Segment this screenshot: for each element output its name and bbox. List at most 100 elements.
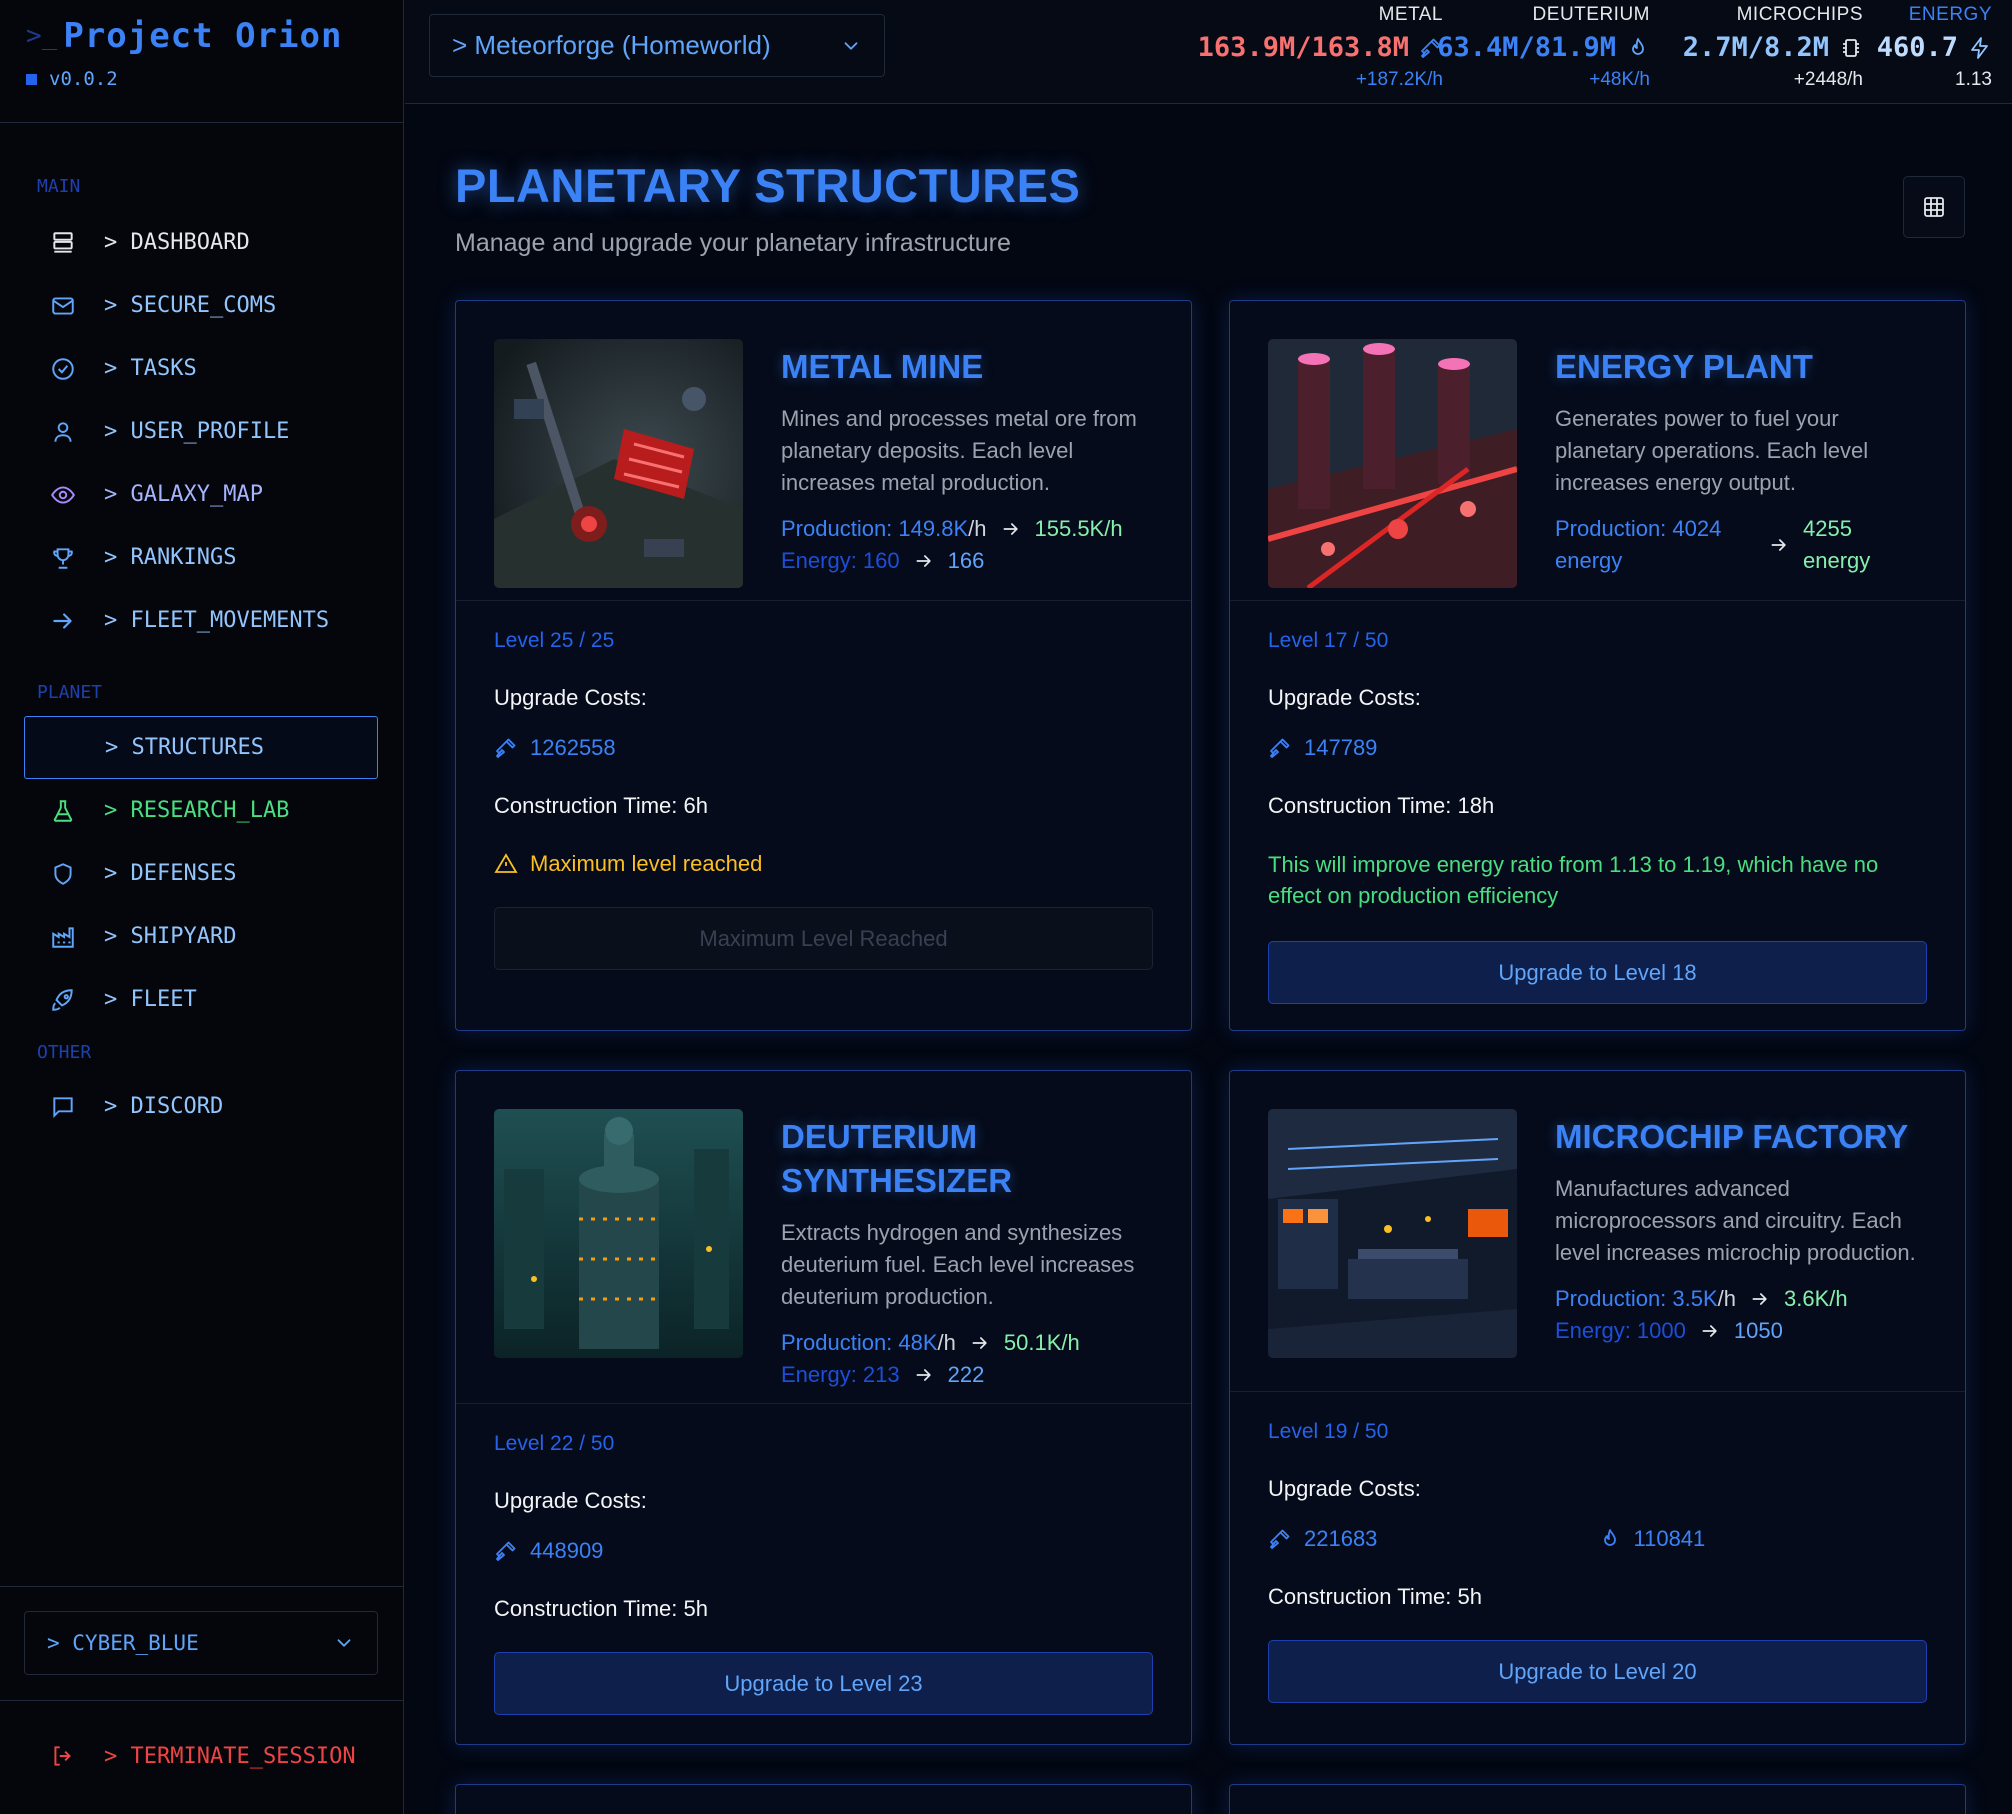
- sidebar-item-label: > SECURE_COMS: [104, 293, 277, 318]
- construction-time: Construction Time: 18h: [1268, 793, 1495, 818]
- sidebar-item-defenses[interactable]: > DEFENSES: [24, 842, 378, 905]
- resource-label: DEUTERIUM: [1532, 4, 1650, 25]
- structure-level: Level 25 / 25: [494, 629, 615, 652]
- structure-level: Level 22 / 50: [494, 1432, 615, 1455]
- max-level-warning: Maximum level reached: [494, 851, 1153, 877]
- sidebar-item-label: > FLEET_MOVEMENTS: [104, 608, 330, 633]
- eye-icon: [24, 482, 104, 508]
- arrow-right-icon: [914, 551, 934, 571]
- construction-time: Construction Time: 5h: [1268, 1584, 1482, 1609]
- energy-stat: Energy: 1000 1050: [1555, 1318, 1783, 1343]
- sidebar-item-label: > SHIPYARD: [104, 924, 237, 949]
- upgrade-costs-label: Upgrade Costs:: [494, 1488, 647, 1513]
- grid-icon: [1924, 197, 1944, 217]
- sidebar-item-tasks[interactable]: > TASKS: [24, 337, 378, 400]
- energy-stat: Energy: 213 222: [781, 1362, 985, 1387]
- planet-select[interactable]: > Meteorforge (Homeworld): [429, 14, 885, 77]
- structure-description: Extracts hydrogen and synthesizes deuter…: [781, 1220, 1135, 1309]
- sidebar-item-secure-coms[interactable]: > SECURE_COMS: [24, 274, 378, 337]
- resource-rate: +48K/h: [1589, 69, 1650, 90]
- arrow-right-icon: [1700, 1321, 1720, 1341]
- factory-icon: [24, 924, 104, 950]
- pickaxe-icon: [1268, 736, 1292, 760]
- max-level-button: Maximum Level Reached: [494, 907, 1153, 970]
- sidebar: >_ Project Orion v0.0.2 MAIN > DASHBOARD…: [0, 0, 404, 1814]
- check-circle-icon: [24, 356, 104, 382]
- sidebar-item-fleet-movements[interactable]: > FLEET_MOVEMENTS: [24, 589, 378, 652]
- logout-icon: [24, 1743, 104, 1769]
- sidebar-item-galaxy-map[interactable]: > GALAXY_MAP: [24, 463, 378, 526]
- resource-value: 2.7M/8.2M: [1682, 32, 1829, 63]
- arrow-right-icon: [1750, 1289, 1770, 1309]
- production-stat: Production: 4024 energy 4255 energy: [1555, 516, 1871, 573]
- structure-card-metal-mine: METAL MINE Mines and processes metal ore…: [455, 300, 1192, 1031]
- sidebar-item-dashboard[interactable]: > DASHBOARD: [24, 211, 378, 274]
- resource-label: ENERGY: [1908, 4, 1992, 25]
- brand: >_ Project Orion v0.0.2: [0, 0, 403, 123]
- flame-icon: [1626, 36, 1650, 60]
- nav-section-main: MAIN: [37, 176, 81, 197]
- structure-card-energy-plant: ENERGY PLANT Generates power to fuel you…: [1229, 300, 1966, 1031]
- sidebar-divider: [0, 1586, 404, 1587]
- shield-icon: [24, 861, 104, 887]
- resource-rate: 1.13: [1955, 69, 1992, 90]
- page-title: PLANETARY STRUCTURES: [455, 159, 1081, 212]
- metal-cost: 448909: [494, 1538, 830, 1564]
- logout-button[interactable]: > TERMINATE_SESSION: [24, 1726, 356, 1786]
- chevron-down-icon: [840, 35, 862, 57]
- sidebar-item-discord[interactable]: > DISCORD: [24, 1075, 378, 1138]
- structure-level: Level 19 / 50: [1268, 1420, 1389, 1443]
- upgrade-button[interactable]: Upgrade to Level 23: [494, 1652, 1153, 1715]
- metal-cost: 1262558: [494, 735, 830, 761]
- structure-card-deuterium-synthesizer: DEUTERIUM SYNTHESIZER Extracts hydrogen …: [455, 1070, 1192, 1745]
- microchip-factory-image: [1268, 1109, 1517, 1358]
- grid-view-button[interactable]: [1903, 176, 1965, 238]
- sidebar-item-fleet[interactable]: > FLEET: [24, 968, 378, 1031]
- structure-card-partial: [1229, 1784, 1966, 1814]
- sidebar-item-label: > RANKINGS: [104, 545, 237, 570]
- terminal-icon: >_: [26, 21, 58, 51]
- energy-ratio-note: This will improve energy ratio from 1.13…: [1268, 852, 1879, 908]
- sidebar-item-rankings[interactable]: > RANKINGS: [24, 526, 378, 589]
- theme-select[interactable]: > CYBER_BLUE: [24, 1611, 378, 1675]
- zap-icon: [1968, 36, 1992, 60]
- upgrade-button[interactable]: Upgrade to Level 18: [1268, 941, 1927, 1004]
- resource-microchips: MICROCHIPS 2.7M/8.2M +2448/h: [1683, 4, 1863, 91]
- upgrade-button[interactable]: Upgrade to Level 20: [1268, 1640, 1927, 1703]
- arrow-right-icon: [1001, 519, 1021, 539]
- sidebar-divider: [0, 1700, 404, 1701]
- resource-value: 63.4M/81.9M: [1437, 32, 1616, 63]
- chip-icon: [1839, 36, 1863, 60]
- resource-value: 460.7: [1876, 32, 1958, 63]
- upgrade-costs-label: Upgrade Costs:: [494, 685, 647, 710]
- planet-select-value: > Meteorforge (Homeworld): [452, 30, 771, 60]
- resource-deuterium: DEUTERIUM 63.4M/81.9M +48K/h: [1437, 4, 1650, 91]
- sidebar-item-label: > FLEET: [104, 987, 197, 1012]
- logout-label: > TERMINATE_SESSION: [104, 1743, 356, 1769]
- page-subtitle: Manage and upgrade your planetary infras…: [455, 229, 1011, 257]
- upgrade-costs-label: Upgrade Costs:: [1268, 1476, 1421, 1501]
- resource-rate: +187.2K/h: [1355, 69, 1443, 90]
- sidebar-item-structures[interactable]: > STRUCTURES: [24, 716, 378, 779]
- sidebar-item-shipyard[interactable]: > SHIPYARD: [24, 905, 378, 968]
- sidebar-item-label: > USER_PROFILE: [104, 419, 290, 444]
- sidebar-item-label: > GALAXY_MAP: [104, 482, 263, 507]
- structure-card-partial: [455, 1784, 1192, 1814]
- construction-time: Construction Time: 5h: [494, 1596, 708, 1621]
- structure-level: Level 17 / 50: [1268, 629, 1389, 652]
- production-stat: Production: 149.8K/h 155.5K/h: [781, 516, 1123, 541]
- resource-label: METAL: [1378, 4, 1443, 25]
- trophy-icon: [24, 545, 104, 571]
- sidebar-item-label: > TASKS: [104, 356, 197, 381]
- sidebar-item-user-profile[interactable]: > USER_PROFILE: [24, 400, 378, 463]
- sidebar-item-research-lab[interactable]: > RESEARCH_LAB: [24, 779, 378, 842]
- structure-description: Manufactures advanced microprocessors an…: [1555, 1176, 1916, 1265]
- sidebar-item-label: > STRUCTURES: [105, 735, 264, 760]
- metal-cost: 147789: [1268, 735, 1604, 761]
- energy-stat: Energy: 160 166: [781, 548, 985, 573]
- chevron-down-icon: [333, 1632, 355, 1654]
- sidebar-item-label: > DISCORD: [104, 1094, 224, 1119]
- flask-icon: [24, 798, 104, 824]
- user-icon: [24, 419, 104, 445]
- arrow-right-icon: [914, 1365, 934, 1385]
